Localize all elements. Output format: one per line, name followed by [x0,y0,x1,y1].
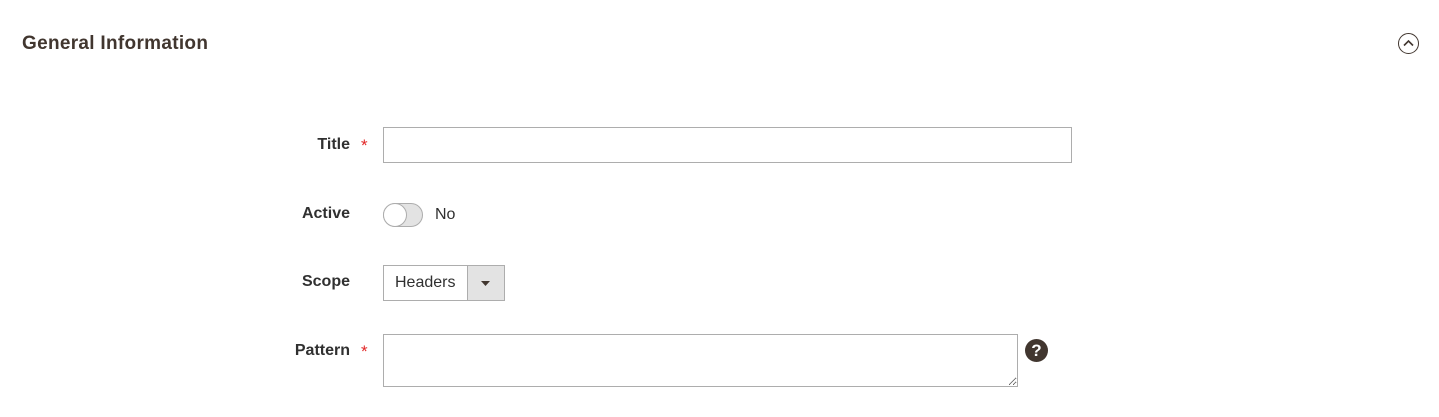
active-field-row: Active No [0,203,1439,227]
active-toggle[interactable] [383,203,423,227]
active-state-text: No [435,206,456,223]
pattern-label: Pattern [294,342,350,359]
scope-field-row: Scope Headers [0,265,1439,301]
pattern-textarea[interactable] [383,334,1018,387]
pattern-field-row: Pattern * ? [0,334,1439,387]
scope-select[interactable]: Headers [383,265,505,301]
collapse-button[interactable] [1398,33,1419,54]
scope-dropdown-toggle[interactable] [467,266,504,300]
chevron-up-icon [1403,39,1414,47]
title-label: Title [317,136,350,153]
active-label: Active [301,205,350,222]
help-icon[interactable]: ? [1025,339,1048,362]
title-input[interactable] [383,127,1072,163]
title-field-row: Title * [0,127,1439,163]
pattern-required-mark: * [361,342,368,361]
caret-down-icon [481,281,490,286]
scope-label: Scope [301,273,350,290]
title-required-mark: * [361,136,368,155]
toggle-knob [383,203,407,227]
section-title: General Information [22,33,209,54]
section-header[interactable]: General Information [0,0,1439,88]
scope-selected-value: Headers [395,274,456,291]
